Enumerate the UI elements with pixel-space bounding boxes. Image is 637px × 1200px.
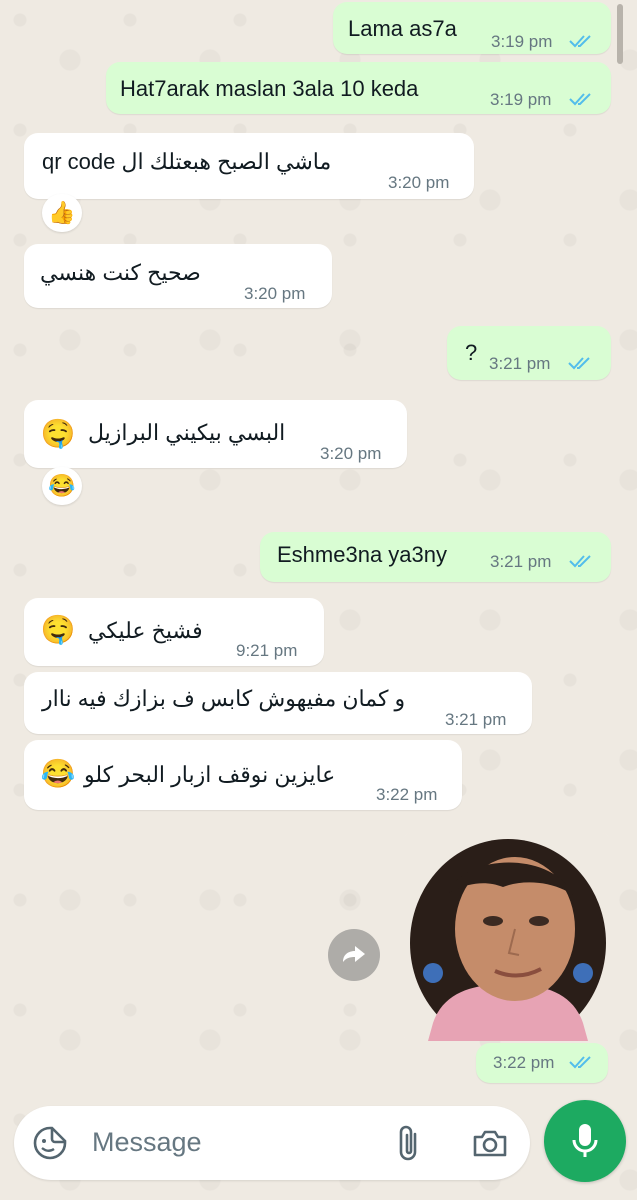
sticker-smiley-icon[interactable] (32, 1125, 68, 1166)
message-text: عايزين نوقف ازبار البحر كلو (84, 762, 336, 787)
message-time: 3:20 pm (244, 284, 306, 303)
message-incoming[interactable]: ماشي الصبح هبعتلك ال qr code 3:20 pm (24, 133, 474, 199)
double-check-icon (569, 1054, 597, 1070)
message-outgoing[interactable]: ? 3:21 pm (447, 326, 611, 380)
message-time: 3:21 pm (489, 354, 551, 373)
message-time: 3:20 pm (388, 173, 450, 192)
forward-button[interactable] (328, 929, 380, 981)
microphone-icon (572, 1124, 598, 1157)
drooling-face-emoji: 🤤 (40, 614, 76, 645)
message-text: و كمان مفيهوش كابس ف بزازك فيه ناار (42, 686, 406, 711)
sticker-image[interactable] (403, 833, 610, 1041)
message-outgoing[interactable]: Lama as7a 3:19 pm (333, 2, 611, 54)
message-incoming[interactable]: 🤤 فشيخ عليكي 9:21 pm (24, 598, 324, 666)
message-input[interactable]: Message (92, 1127, 202, 1158)
double-check-icon (569, 91, 597, 107)
voice-message-button[interactable] (544, 1100, 626, 1182)
sticker-time-bubble: 3:22 pm (476, 1043, 608, 1083)
message-text: Eshme3na ya3ny (277, 542, 447, 567)
double-check-icon (568, 355, 596, 371)
message-input-bar[interactable]: Message (14, 1106, 530, 1180)
paperclip-icon[interactable] (396, 1122, 422, 1169)
reaction-laughing[interactable]: 😂 (42, 467, 82, 505)
double-check-icon (569, 553, 597, 569)
message-time: 3:20 pm (320, 444, 382, 463)
message-outgoing[interactable]: Eshme3na ya3ny 3:21 pm (260, 532, 611, 582)
message-time: 3:19 pm (490, 90, 552, 109)
message-time: 3:21 pm (490, 552, 552, 571)
drooling-face-emoji: 🤤 (40, 418, 76, 449)
message-text: صحيح كنت هنسي (40, 260, 201, 285)
scrollbar[interactable] (617, 4, 623, 64)
message-time: 3:22 pm (493, 1053, 555, 1072)
message-time: 3:22 pm (376, 785, 438, 804)
message-text: ماشي الصبح هبعتلك ال qr code (42, 149, 332, 174)
sticker-woman-face (403, 833, 610, 1041)
message-text: ? (465, 340, 478, 365)
laughing-face-emoji: 😂 (40, 758, 76, 789)
message-incoming[interactable]: 😂 عايزين نوقف ازبار البحر كلو 3:22 pm (24, 740, 462, 810)
reaction-thumbs-up[interactable]: 👍 (42, 194, 82, 232)
message-time: 9:21 pm (236, 641, 298, 660)
message-text: Lama as7a (348, 16, 457, 41)
message-incoming[interactable]: صحيح كنت هنسي 3:20 pm (24, 244, 332, 308)
camera-icon[interactable] (472, 1128, 508, 1163)
message-outgoing[interactable]: Hat7arak maslan 3ala 10 keda 3:19 pm (106, 62, 611, 114)
double-check-icon (569, 33, 597, 49)
forward-icon (343, 946, 365, 962)
message-time: 3:21 pm (445, 710, 507, 729)
chat-area: Lama as7a 3:19 pm Hat7arak maslan 3ala 1… (0, 0, 637, 1200)
message-incoming[interactable]: 🤤 البسي بيكيني البرازيل 3:20 pm (24, 400, 407, 468)
message-time: 3:19 pm (491, 32, 553, 51)
message-text: البسي بيكيني البرازيل (88, 420, 286, 445)
message-text: فشيخ عليكي (88, 618, 203, 643)
message-text: Hat7arak maslan 3ala 10 keda (120, 76, 419, 101)
message-incoming[interactable]: و كمان مفيهوش كابس ف بزازك فيه ناار 3:21… (24, 672, 532, 734)
